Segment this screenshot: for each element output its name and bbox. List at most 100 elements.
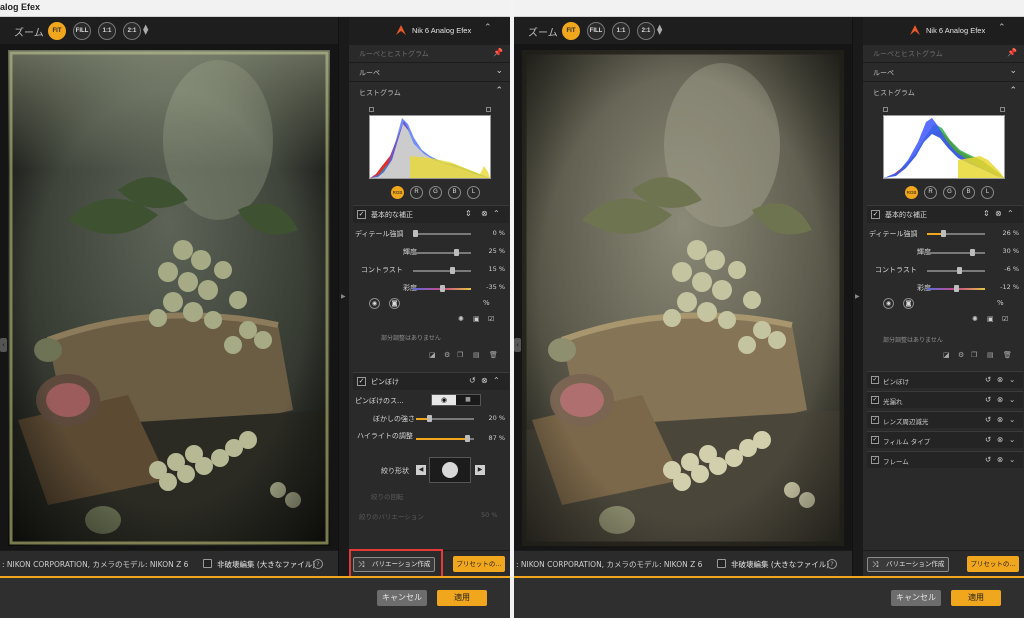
channel-l-button[interactable]: L xyxy=(467,186,480,199)
preset-button[interactable]: プリセットの... xyxy=(967,556,1019,572)
left-panel-toggle-icon[interactable]: ‹ xyxy=(0,338,7,352)
remove-icon[interactable]: ⊗ xyxy=(481,209,488,218)
settings-icon[interactable]: ⚙ xyxy=(958,351,964,359)
reorder-icon[interactable]: ⇕ xyxy=(983,209,990,218)
filter-item-light-leaks[interactable]: ✓ 光漏れ ↺ ⊗ ⌄ xyxy=(867,391,1023,408)
chevron-up-icon[interactable]: ⌃ xyxy=(493,209,500,218)
detail-slider[interactable] xyxy=(413,230,471,237)
blur-style-b-icon[interactable]: ■ xyxy=(456,395,480,405)
pin-icon[interactable]: 📌 xyxy=(1007,48,1017,57)
cancel-button[interactable]: キャンセル xyxy=(377,590,427,606)
filter-enable-checkbox[interactable]: ✓ xyxy=(871,416,879,424)
loupe-histogram-header[interactable]: ルーペとヒストグラム 📌 xyxy=(863,45,1024,63)
help-icon[interactable]: ? xyxy=(313,559,323,569)
brush-icon[interactable]: ◪ xyxy=(943,351,950,359)
filter-enable-checkbox[interactable]: ✓ xyxy=(871,376,879,384)
trash-icon[interactable]: 🗑 xyxy=(1003,351,1012,359)
slider-knob[interactable] xyxy=(970,249,975,256)
histogram-header[interactable]: ヒストグラム ⌃ xyxy=(863,84,1024,102)
pin-icon[interactable]: 📌 xyxy=(493,48,503,57)
slider-knob[interactable] xyxy=(941,230,946,237)
brush-icon[interactable]: ◪ xyxy=(429,351,436,359)
image-preview[interactable]: ‹ xyxy=(514,44,852,550)
control-point-add-icon[interactable]: ◉ xyxy=(883,298,894,309)
channel-b-button[interactable]: B xyxy=(962,186,975,199)
sidebar-collapse-strip[interactable]: ▶ xyxy=(853,17,863,576)
left-panel-toggle-icon[interactable]: ‹ xyxy=(514,338,521,352)
control-point-neg-icon[interactable]: ◙ xyxy=(389,298,400,309)
saturation-slider[interactable] xyxy=(413,285,471,292)
zoom-stepper-icon[interactable]: ▲ ▼ xyxy=(657,24,662,36)
contrast-slider[interactable] xyxy=(927,267,985,274)
show-checkbox-icon[interactable]: ☑ xyxy=(1002,315,1008,323)
sidebar-collapse-strip[interactable]: ▶ xyxy=(339,17,349,576)
zoom-1-1-button[interactable]: 1:1 xyxy=(98,22,116,40)
slider-knob[interactable] xyxy=(440,285,445,292)
copy-icon[interactable]: ❐ xyxy=(971,351,977,359)
vignette-enable-checkbox[interactable]: ✓ xyxy=(357,377,366,386)
filter-enable-checkbox[interactable]: ✓ xyxy=(871,396,879,404)
blur-style-a-icon[interactable]: ◉ xyxy=(432,395,456,405)
channel-rgb-button[interactable]: RGB xyxy=(391,186,404,199)
reset-icon[interactable]: ↺ xyxy=(985,415,991,424)
chevron-down-icon[interactable]: ⌄ xyxy=(1009,455,1015,464)
shape-next-button[interactable]: ▶ xyxy=(475,465,485,475)
loupe-header[interactable]: ルーペ ⌄ xyxy=(349,64,510,82)
slider-knob[interactable] xyxy=(454,249,459,256)
basic-enable-checkbox[interactable]: ✓ xyxy=(871,210,880,219)
highlight-clip-icon[interactable] xyxy=(1000,107,1005,112)
nondestructive-checkbox[interactable] xyxy=(717,559,726,568)
highlight-adjust-slider[interactable] xyxy=(416,435,474,442)
filter-item-frame[interactable]: ✓ フレーム ↺ ⊗ ⌄ xyxy=(867,451,1023,468)
basic-enable-checkbox[interactable]: ✓ xyxy=(357,210,366,219)
chevron-down-icon[interactable]: ⌄ xyxy=(1009,375,1015,384)
channel-l-button[interactable]: L xyxy=(981,186,994,199)
zoom-stepper-icon[interactable]: ▲ ▼ xyxy=(143,24,148,36)
remove-icon[interactable]: ⊗ xyxy=(997,415,1003,424)
preset-button[interactable]: プリセットの... xyxy=(453,556,505,572)
reorder-icon[interactable]: ⇕ xyxy=(465,209,472,218)
zoom-fit-button[interactable]: FIT xyxy=(562,22,580,40)
histogram-header[interactable]: ヒストグラム ⌃ xyxy=(349,84,510,102)
mask-icon[interactable]: ▣ xyxy=(473,315,480,323)
percent-icon[interactable]: % xyxy=(483,299,490,307)
channel-r-button[interactable]: R xyxy=(410,186,423,199)
channel-rgb-button[interactable]: RGB xyxy=(905,186,918,199)
reset-icon[interactable]: ↺ xyxy=(985,395,991,404)
blur-style-toggle[interactable]: ◉ ■ xyxy=(431,394,481,406)
chevron-down-icon[interactable]: ⌄ xyxy=(1009,415,1015,424)
channel-b-button[interactable]: B xyxy=(448,186,461,199)
copy-icon[interactable]: ❐ xyxy=(457,351,463,359)
remove-icon[interactable]: ⊗ xyxy=(997,395,1003,404)
remove-icon[interactable]: ⊗ xyxy=(995,209,1002,218)
loupe-header[interactable]: ルーペ ⌄ xyxy=(863,64,1024,82)
basic-adjustments-header[interactable]: ✓ 基本的な補正 ⇕ ⊗ ⌃ xyxy=(867,205,1023,223)
brightness-slider[interactable] xyxy=(927,249,985,256)
shadow-clip-icon[interactable] xyxy=(369,107,374,112)
contrast-slider[interactable] xyxy=(413,267,471,274)
reset-icon[interactable]: ↺ xyxy=(469,376,476,385)
shadow-clip-icon[interactable] xyxy=(883,107,888,112)
spot-icon[interactable]: ✺ xyxy=(972,315,978,323)
brightness-slider[interactable] xyxy=(413,249,471,256)
channel-g-button[interactable]: G xyxy=(429,186,442,199)
shape-prev-button[interactable]: ◀ xyxy=(416,465,426,475)
reset-icon[interactable]: ↺ xyxy=(985,375,991,384)
filter-enable-checkbox[interactable]: ✓ xyxy=(871,456,879,464)
collapse-up-icon[interactable]: ⌃ xyxy=(998,23,1006,33)
vignette-blur-header[interactable]: ✓ ピンぼけ ↺ ⊗ ⌃ xyxy=(353,372,509,390)
collapse-up-icon[interactable]: ⌃ xyxy=(484,23,492,33)
slider-knob[interactable] xyxy=(427,415,432,422)
apply-button[interactable]: 適用 xyxy=(951,590,1001,606)
settings-icon[interactable]: ⚙ xyxy=(444,351,450,359)
filter-item-lens-vignette[interactable]: ✓ レンズ周辺減光 ↺ ⊗ ⌄ xyxy=(867,411,1023,428)
help-icon[interactable]: ? xyxy=(827,559,837,569)
mask-icon[interactable]: ▣ xyxy=(987,315,994,323)
loupe-histogram-header[interactable]: ルーペとヒストグラム 📌 xyxy=(349,45,510,63)
detail-slider[interactable] xyxy=(927,230,985,237)
nondestructive-checkbox[interactable] xyxy=(203,559,212,568)
spot-icon[interactable]: ✺ xyxy=(458,315,464,323)
slider-knob[interactable] xyxy=(957,267,962,274)
channel-r-button[interactable]: R xyxy=(924,186,937,199)
remove-icon[interactable]: ⊗ xyxy=(997,375,1003,384)
